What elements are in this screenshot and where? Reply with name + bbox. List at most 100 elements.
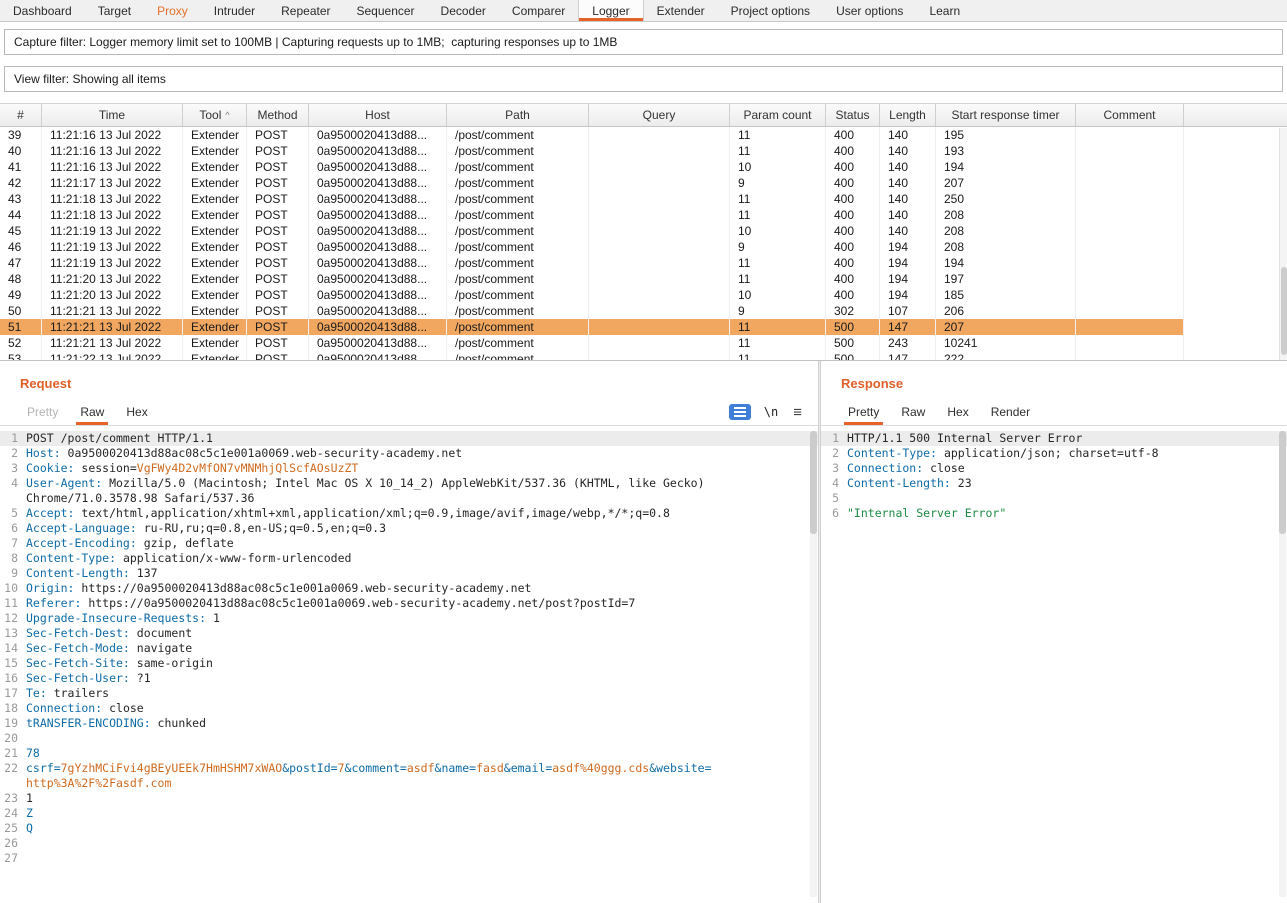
response-scrollbar[interactable] <box>1279 431 1286 897</box>
log-table-header: #TimeTool^MethodHostPathQueryParam count… <box>0 104 1287 127</box>
cell-param-count: 10 <box>730 287 826 303</box>
main-tab-target[interactable]: Target <box>85 0 144 21</box>
main-tab-proxy[interactable]: Proxy <box>144 0 201 21</box>
main-tab-project-options[interactable]: Project options <box>718 0 823 21</box>
table-row[interactable]: 4711:21:19 13 Jul 2022ExtenderPOST0a9500… <box>0 255 1184 271</box>
column-header-length[interactable]: Length <box>880 104 936 126</box>
table-row[interactable]: 4411:21:18 13 Jul 2022ExtenderPOST0a9500… <box>0 207 1184 223</box>
cell-host: 0a9500020413d88... <box>309 223 447 239</box>
column-header-num[interactable]: # <box>0 104 42 126</box>
request-line: 25Q <box>0 821 818 836</box>
response-editor[interactable]: 1HTTP/1.1 500 Internal Server Error2Cont… <box>821 426 1287 902</box>
column-header-param-count[interactable]: Param count <box>730 104 826 126</box>
line-number: 2 <box>0 446 26 461</box>
cell-comment <box>1076 255 1184 271</box>
cell-host: 0a9500020413d88... <box>309 239 447 255</box>
table-row[interactable]: 3911:21:16 13 Jul 2022ExtenderPOST0a9500… <box>0 127 1184 143</box>
cell-path: /post/comment <box>447 143 589 159</box>
request-tab-pretty[interactable]: Pretty <box>16 399 69 425</box>
main-tab-intruder[interactable]: Intruder <box>201 0 268 21</box>
table-row[interactable]: 5211:21:21 13 Jul 2022ExtenderPOST0a9500… <box>0 335 1184 351</box>
response-tab-raw[interactable]: Raw <box>890 399 936 425</box>
table-row[interactable]: 5011:21:21 13 Jul 2022ExtenderPOST0a9500… <box>0 303 1184 319</box>
main-tab-comparer[interactable]: Comparer <box>499 0 578 21</box>
request-line-content: User-Agent: Mozilla/5.0 (Macintosh; Inte… <box>26 476 818 506</box>
table-scrollbar-thumb[interactable] <box>1281 267 1287 355</box>
column-header-start-response-timer[interactable]: Start response timer <box>936 104 1076 126</box>
main-tab-sequencer[interactable]: Sequencer <box>344 0 428 21</box>
request-line: 22csrf=7gYzhMCiFvi4gBEyUEEk7HmHSHM7xWAO&… <box>0 761 818 791</box>
table-scrollbar[interactable] <box>1279 128 1287 360</box>
table-row[interactable]: 4911:21:20 13 Jul 2022ExtenderPOST0a9500… <box>0 287 1184 303</box>
cell-start-response-timer: 208 <box>936 239 1076 255</box>
main-tab-dashboard[interactable]: Dashboard <box>0 0 85 21</box>
response-line: 4Content-Length: 23 <box>821 476 1287 491</box>
cell-query <box>589 271 730 287</box>
column-header-status[interactable]: Status <box>826 104 880 126</box>
request-editor[interactable]: 1POST /post/comment HTTP/1.12Host: 0a950… <box>0 426 818 902</box>
cell-comment <box>1076 223 1184 239</box>
cell-time: 11:21:21 13 Jul 2022 <box>42 335 183 351</box>
cell-path: /post/comment <box>447 175 589 191</box>
capture-filter-bar[interactable]: Capture filter: Logger memory limit set … <box>4 29 1283 55</box>
table-row[interactable]: 5311:21:22 13 Jul 2022ExtenderPOST0a9500… <box>0 351 1184 360</box>
cell-method: POST <box>247 159 309 175</box>
column-header-tool[interactable]: Tool^ <box>183 104 247 126</box>
column-header-method[interactable]: Method <box>247 104 309 126</box>
request-line: 20 <box>0 731 818 746</box>
cell-length: 107 <box>880 303 936 319</box>
line-number: 26 <box>0 836 26 851</box>
cell-method: POST <box>247 207 309 223</box>
cell-path: /post/comment <box>447 191 589 207</box>
cell-start-response-timer: 250 <box>936 191 1076 207</box>
cell-time: 11:21:19 13 Jul 2022 <box>42 239 183 255</box>
main-tab-learn[interactable]: Learn <box>916 0 973 21</box>
main-tab-decoder[interactable]: Decoder <box>428 0 499 21</box>
request-panel: Request PrettyRawHex \n ≡ 1POST /post/co… <box>0 361 818 903</box>
main-tab-user-options[interactable]: User options <box>823 0 916 21</box>
column-header-query[interactable]: Query <box>589 104 730 126</box>
line-number: 9 <box>0 566 26 581</box>
table-row[interactable]: 4111:21:16 13 Jul 2022ExtenderPOST0a9500… <box>0 159 1184 175</box>
cell-host: 0a9500020413d88... <box>309 287 447 303</box>
cell-id: 51 <box>0 319 42 335</box>
cell-id: 46 <box>0 239 42 255</box>
cell-length: 140 <box>880 223 936 239</box>
table-row[interactable]: 4311:21:18 13 Jul 2022ExtenderPOST0a9500… <box>0 191 1184 207</box>
table-row[interactable]: 5111:21:21 13 Jul 2022ExtenderPOST0a9500… <box>0 319 1184 335</box>
request-line-content: Accept: text/html,application/xhtml+xml,… <box>26 506 818 521</box>
editor-menu-icon[interactable]: ≡ <box>793 404 802 421</box>
cell-method: POST <box>247 127 309 143</box>
request-scrollbar[interactable] <box>810 431 817 897</box>
cell-status: 400 <box>826 271 880 287</box>
table-row[interactable]: 4511:21:19 13 Jul 2022ExtenderPOST0a9500… <box>0 223 1184 239</box>
column-header-path[interactable]: Path <box>447 104 589 126</box>
table-row[interactable]: 4011:21:16 13 Jul 2022ExtenderPOST0a9500… <box>0 143 1184 159</box>
cell-length: 147 <box>880 319 936 335</box>
table-row[interactable]: 4811:21:20 13 Jul 2022ExtenderPOST0a9500… <box>0 271 1184 287</box>
line-number: 1 <box>0 431 26 446</box>
column-header-time[interactable]: Time <box>42 104 183 126</box>
column-header-comment[interactable]: Comment <box>1076 104 1184 126</box>
main-tab-extender[interactable]: Extender <box>644 0 718 21</box>
response-tab-render[interactable]: Render <box>980 399 1041 425</box>
column-header-host[interactable]: Host <box>309 104 447 126</box>
main-tab-repeater[interactable]: Repeater <box>268 0 343 21</box>
line-number: 19 <box>0 716 26 731</box>
wrap-lines-icon[interactable] <box>729 404 751 420</box>
request-tab-raw[interactable]: Raw <box>69 399 115 425</box>
request-line-content: 1 <box>26 791 818 806</box>
newline-toggle-icon[interactable]: \n <box>764 405 778 419</box>
response-tab-hex[interactable]: Hex <box>936 399 979 425</box>
request-tab-hex[interactable]: Hex <box>115 399 158 425</box>
response-tab-pretty[interactable]: Pretty <box>837 399 890 425</box>
table-row[interactable]: 4611:21:19 13 Jul 2022ExtenderPOST0a9500… <box>0 239 1184 255</box>
table-row[interactable]: 4211:21:17 13 Jul 2022ExtenderPOST0a9500… <box>0 175 1184 191</box>
view-filter-bar[interactable]: View filter: Showing all items <box>4 66 1283 92</box>
request-scrollbar-thumb[interactable] <box>810 431 817 534</box>
main-tab-logger[interactable]: Logger <box>578 0 643 21</box>
cell-param-count: 11 <box>730 335 826 351</box>
response-panel-title: Response <box>821 361 1287 399</box>
response-scrollbar-thumb[interactable] <box>1279 431 1286 534</box>
cell-length: 140 <box>880 127 936 143</box>
